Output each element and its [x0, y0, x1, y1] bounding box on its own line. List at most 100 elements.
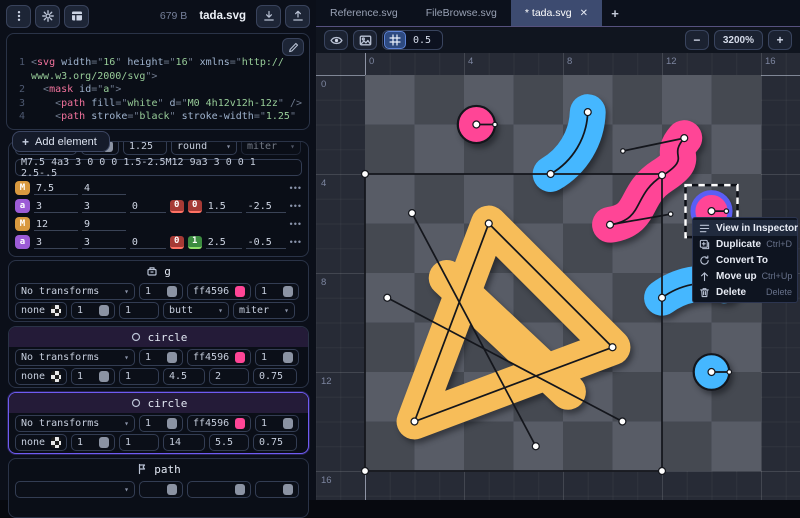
fill-color-field[interactable]: ff4596: [187, 349, 251, 366]
linejoin-select[interactable]: miter▾: [241, 141, 301, 155]
fill-color-field[interactable]: ff4596: [187, 283, 251, 300]
gear-icon[interactable]: [35, 5, 60, 28]
stroke-width-field[interactable]: 1: [119, 368, 159, 385]
stroke-width-field[interactable]: 1: [119, 302, 159, 319]
segment-value[interactable]: 0: [130, 200, 166, 213]
group-element-header[interactable]: g: [9, 261, 308, 281]
segment-menu-icon[interactable]: •••: [290, 237, 302, 247]
stroke-color-field[interactable]: none: [15, 302, 67, 319]
segment-value[interactable]: 3: [82, 200, 126, 213]
segment-menu-icon[interactable]: •••: [290, 201, 302, 211]
path-element-panel[interactable]: path ▾: [8, 458, 309, 518]
zoom-out-button[interactable]: −: [685, 30, 709, 50]
sweep-flag[interactable]: 0: [188, 200, 202, 213]
cx-field[interactable]: 14: [163, 434, 205, 451]
pencil-icon[interactable]: [282, 38, 304, 56]
segment-value[interactable]: 0: [130, 236, 166, 249]
menu-item-convert-to[interactable]: Convert To: [693, 252, 797, 268]
circle-element-header[interactable]: circle: [9, 393, 308, 413]
new-tab-button[interactable]: +: [602, 0, 628, 26]
circle-element-panel-selected[interactable]: circle No transforms▾ 1 ff4596 1 none 1 …: [8, 392, 309, 454]
stroke-color-field[interactable]: none: [15, 368, 67, 385]
cy-field[interactable]: 2: [209, 368, 249, 385]
r-field[interactable]: 0.75: [253, 434, 297, 451]
fill-opacity-field[interactable]: 1: [139, 349, 183, 366]
segment-value[interactable]: 3: [34, 200, 78, 213]
segment-command-badge[interactable]: M: [15, 217, 30, 231]
transform-select[interactable]: No transforms▾: [15, 415, 135, 432]
stroke-width-field[interactable]: 1: [119, 434, 159, 451]
circle-element-panel[interactable]: circle No transforms▾ 1 ff4596 1 none 1 …: [8, 326, 309, 388]
group-element-panel[interactable]: g No transforms▾ 1 ff4596 1 none 1 1 but…: [8, 260, 309, 322]
grid-size-input[interactable]: 0.5: [406, 35, 442, 46]
fill-opacity-field[interactable]: [139, 481, 183, 498]
stroke-opacity-field[interactable]: 1: [71, 368, 115, 385]
large-arc-flag[interactable]: 0: [170, 200, 184, 213]
zoom-level[interactable]: 3200%: [714, 30, 763, 50]
transform-select[interactable]: No transforms▾: [15, 283, 135, 300]
linecap-select[interactable]: butt▾: [163, 302, 229, 319]
segment-value[interactable]: 2.5: [206, 236, 242, 249]
opacity-field[interactable]: 1: [255, 349, 299, 366]
fill-opacity-field[interactable]: 1: [139, 415, 183, 432]
stroke-opacity-field[interactable]: 1: [71, 434, 115, 451]
segment-value[interactable]: 12: [34, 218, 78, 231]
tab-reference-svg[interactable]: Reference.svg: [316, 0, 412, 26]
segment-menu-icon[interactable]: •••: [290, 183, 302, 193]
cy-field[interactable]: 5.5: [209, 434, 249, 451]
tab-tada-svg-active[interactable]: * tada.svg ✕: [511, 0, 602, 26]
fill-color-field[interactable]: [187, 481, 251, 498]
segment-menu-icon[interactable]: •••: [290, 219, 302, 229]
add-element-button[interactable]: + Add element: [12, 131, 110, 152]
segment-value[interactable]: 3: [82, 236, 126, 249]
menu-item-move-up[interactable]: Move up Ctrl+Up: [693, 268, 797, 284]
transform-select[interactable]: ▾: [15, 481, 135, 498]
kebab-menu-icon[interactable]: [6, 5, 31, 28]
circle-element-header[interactable]: circle: [9, 327, 308, 347]
segment-command-badge[interactable]: a: [15, 199, 30, 213]
zoom-in-button[interactable]: +: [768, 30, 792, 50]
segment-command-badge[interactable]: M: [15, 181, 30, 195]
segment-value[interactable]: 4: [82, 182, 126, 195]
sweep-flag[interactable]: 1: [188, 236, 202, 249]
download-icon[interactable]: [256, 5, 281, 28]
segment-row[interactable]: a 3 3 0 0 0 1.5 -2.5 •••: [9, 197, 308, 215]
segment-row[interactable]: M 12 9 •••: [9, 215, 308, 233]
tab-filebrowse-svg[interactable]: FileBrowse.svg: [412, 0, 511, 26]
menu-item-duplicate[interactable]: Duplicate Ctrl+D: [693, 236, 797, 252]
segment-command-badge[interactable]: a: [15, 235, 30, 249]
close-icon[interactable]: ✕: [580, 8, 588, 19]
eye-icon[interactable]: [324, 30, 348, 50]
upload-icon[interactable]: [285, 5, 310, 28]
r-field[interactable]: 0.75: [253, 368, 297, 385]
fill-color-field[interactable]: ff4596: [187, 415, 251, 432]
menu-item-delete[interactable]: Delete Delete: [693, 284, 797, 300]
segment-value[interactable]: 9: [82, 218, 126, 231]
opacity-field[interactable]: 1: [255, 415, 299, 432]
path-element-header[interactable]: path: [9, 459, 308, 479]
cx-field[interactable]: 4.5: [163, 368, 205, 385]
grid-snap-icon[interactable]: [384, 31, 406, 49]
segment-value[interactable]: -0.5: [246, 236, 286, 249]
linejoin-select[interactable]: miter▾: [233, 302, 295, 319]
canvas-viewport[interactable]: 0 4 8 12 16 0 4 8 12 16: [316, 53, 800, 500]
code-editor[interactable]: 1<svg width="16" height="16" xmlns="http…: [6, 33, 310, 130]
fill-opacity-field[interactable]: 1: [139, 283, 183, 300]
segment-value[interactable]: 7.5: [34, 182, 78, 195]
path-data-input[interactable]: M7.5 4a3 3 0 0 0 1.5-2.5M12 9a3 3 0 0 1 …: [15, 159, 302, 176]
image-icon[interactable]: [353, 30, 377, 50]
segment-value[interactable]: -2.5: [246, 200, 286, 213]
stroke-color-field[interactable]: none: [15, 434, 67, 451]
segment-value[interactable]: 1.5: [206, 200, 242, 213]
stroke-width-field[interactable]: 1.25: [123, 141, 167, 155]
linecap-select[interactable]: round▾: [171, 141, 237, 155]
segment-row[interactable]: a 3 3 0 0 1 2.5 -0.5 •••: [9, 233, 308, 251]
large-arc-flag[interactable]: 0: [170, 236, 184, 249]
segment-row[interactable]: M 7.5 4 •••: [9, 179, 308, 197]
segment-value[interactable]: 3: [34, 236, 78, 249]
opacity-field[interactable]: [255, 481, 299, 498]
menu-item-view-in-inspector[interactable]: View in Inspector: [693, 220, 797, 236]
stroke-opacity-field[interactable]: 1: [71, 302, 115, 319]
layout-panels-icon[interactable]: [64, 5, 89, 28]
transform-select[interactable]: No transforms▾: [15, 349, 135, 366]
